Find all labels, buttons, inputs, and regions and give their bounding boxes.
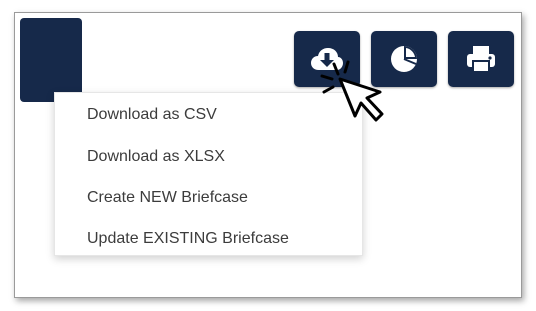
chart-button[interactable] — [371, 31, 437, 87]
menu-item-download-csv[interactable]: Download as CSV — [55, 98, 362, 132]
download-button[interactable] — [294, 31, 360, 87]
menu-item-update-briefcase[interactable]: Update EXISTING Briefcase — [55, 222, 362, 256]
pie-chart-icon — [389, 44, 419, 74]
menu-item-create-briefcase[interactable]: Create NEW Briefcase — [55, 181, 362, 215]
left-panel-tab[interactable] — [20, 18, 82, 102]
download-dropdown-menu: Download as CSV Download as XLSX Create … — [54, 92, 363, 256]
screenshot-frame: Download as CSV Download as XLSX Create … — [14, 12, 522, 298]
menu-item-download-xlsx[interactable]: Download as XLSX — [55, 140, 362, 174]
printer-icon — [465, 44, 497, 74]
print-button[interactable] — [448, 31, 514, 87]
cloud-download-icon — [310, 46, 344, 72]
